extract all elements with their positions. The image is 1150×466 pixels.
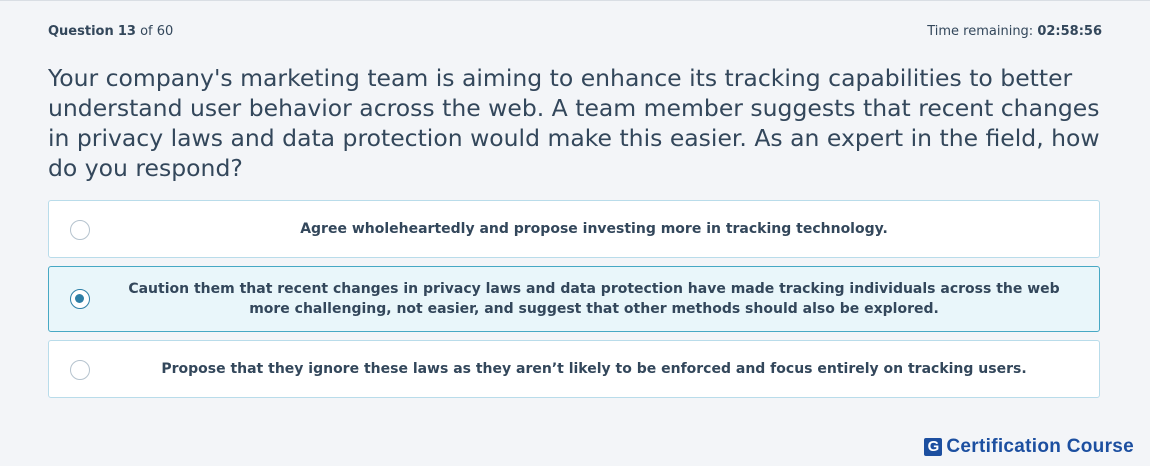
question-label: Question — [48, 24, 114, 39]
radio-button-1[interactable] — [70, 220, 90, 240]
brand-logo: G Certification Course — [924, 436, 1134, 457]
answer-option-2[interactable]: Caution them that recent changes in priv… — [48, 266, 1100, 332]
radio-button-2[interactable] — [70, 289, 90, 309]
time-label: Time remaining: — [927, 24, 1034, 39]
time-value: 02:58:56 — [1037, 24, 1102, 39]
radio-selected-dot — [75, 294, 84, 303]
brand-g-icon: G — [924, 438, 943, 456]
question-text: Your company's marketing team is aiming … — [48, 64, 1100, 182]
time-remaining: Time remaining: 02:58:56 — [927, 24, 1102, 39]
answer-option-1[interactable]: Agree wholeheartedly and propose investi… — [48, 200, 1100, 258]
answer-option-3[interactable]: Propose that they ignore these laws as t… — [48, 340, 1100, 398]
question-counter: Question 13 of 60 — [48, 24, 173, 39]
answer-option-2-text: Caution them that recent changes in priv… — [128, 281, 1060, 317]
question-total: of 60 — [140, 24, 174, 39]
answer-option-1-text: Agree wholeheartedly and propose investi… — [300, 221, 888, 237]
quiz-header: Question 13 of 60 Time remaining: 02:58:… — [48, 24, 1102, 42]
radio-button-3[interactable] — [70, 360, 90, 380]
answer-option-3-text: Propose that they ignore these laws as t… — [161, 361, 1027, 377]
brand-name: Certification Course — [946, 436, 1134, 457]
page-top-border — [0, 0, 1150, 1]
question-number: 13 — [117, 24, 136, 39]
